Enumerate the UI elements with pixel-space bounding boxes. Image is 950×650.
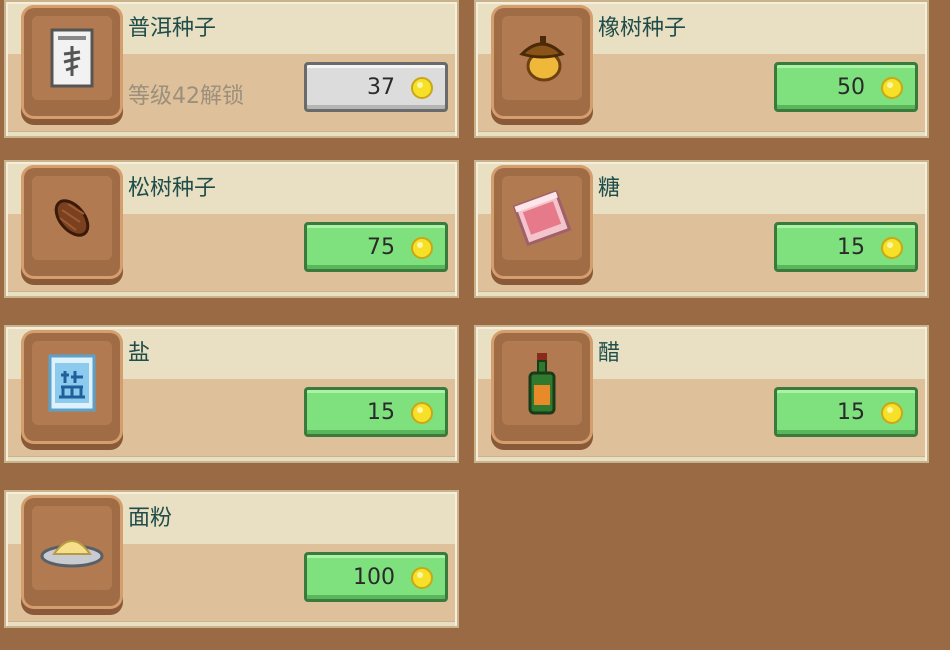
price-value: 50 — [837, 75, 865, 100]
coin-icon — [411, 237, 433, 259]
buy-button[interactable]: 100 — [304, 552, 448, 602]
item-name: 松树种子 — [128, 176, 217, 201]
puer-seed-packet-icon — [50, 28, 94, 88]
buy-button[interactable]: 15 — [774, 222, 918, 272]
coin-icon — [411, 567, 433, 589]
price-value: 15 — [837, 235, 865, 260]
price-value: 100 — [353, 565, 395, 590]
item-name: 普洱种子 — [128, 16, 217, 41]
item-name: 醋 — [598, 341, 621, 366]
coin-icon — [881, 402, 903, 424]
item-icon-frame — [494, 168, 590, 276]
item-name: 盐 — [128, 341, 151, 366]
price-value: 15 — [837, 400, 865, 425]
acorn-icon — [519, 36, 565, 82]
buy-button[interactable]: 50 — [774, 62, 918, 112]
price-value: 15 — [367, 400, 395, 425]
salt-bag-icon — [48, 354, 96, 412]
item-name: 橡树种子 — [598, 16, 687, 41]
price-value: 37 — [367, 75, 395, 100]
pine-cone-icon — [54, 199, 90, 237]
unlock-requirement: 等级42解锁 — [128, 84, 244, 109]
shop-item-salt: 盐 15 — [4, 325, 459, 463]
vinegar-bottle-icon — [528, 353, 556, 415]
item-icon-frame — [24, 498, 120, 606]
buy-button[interactable]: 15 — [774, 387, 918, 437]
coin-icon — [881, 77, 903, 99]
coin-icon — [411, 77, 433, 99]
item-name: 面粉 — [128, 506, 173, 531]
buy-button[interactable]: 15 — [304, 387, 448, 437]
shop-item-acorn: 橡树种子 50 — [474, 0, 929, 138]
price-value: 75 — [367, 235, 395, 260]
sugar-bag-icon — [512, 190, 572, 246]
item-icon-frame — [24, 168, 120, 276]
coin-icon — [411, 402, 433, 424]
item-icon-frame — [24, 333, 120, 441]
item-icon-frame — [24, 8, 120, 116]
shop-item-sugar: 糖 15 — [474, 160, 929, 298]
item-icon-frame — [494, 333, 590, 441]
shop-item-flour: 面粉 100 — [4, 490, 459, 628]
buy-button-locked[interactable]: 37 — [304, 62, 448, 112]
flour-plate-icon — [40, 540, 104, 568]
buy-button[interactable]: 75 — [304, 222, 448, 272]
item-name: 糖 — [598, 176, 621, 201]
item-icon-frame — [494, 8, 590, 116]
shop-item-puer-seed: 普洱种子 等级42解锁 37 — [4, 0, 459, 138]
shop-item-vinegar: 醋 15 — [474, 325, 929, 463]
coin-icon — [881, 237, 903, 259]
shop-item-pine-seed: 松树种子 75 — [4, 160, 459, 298]
